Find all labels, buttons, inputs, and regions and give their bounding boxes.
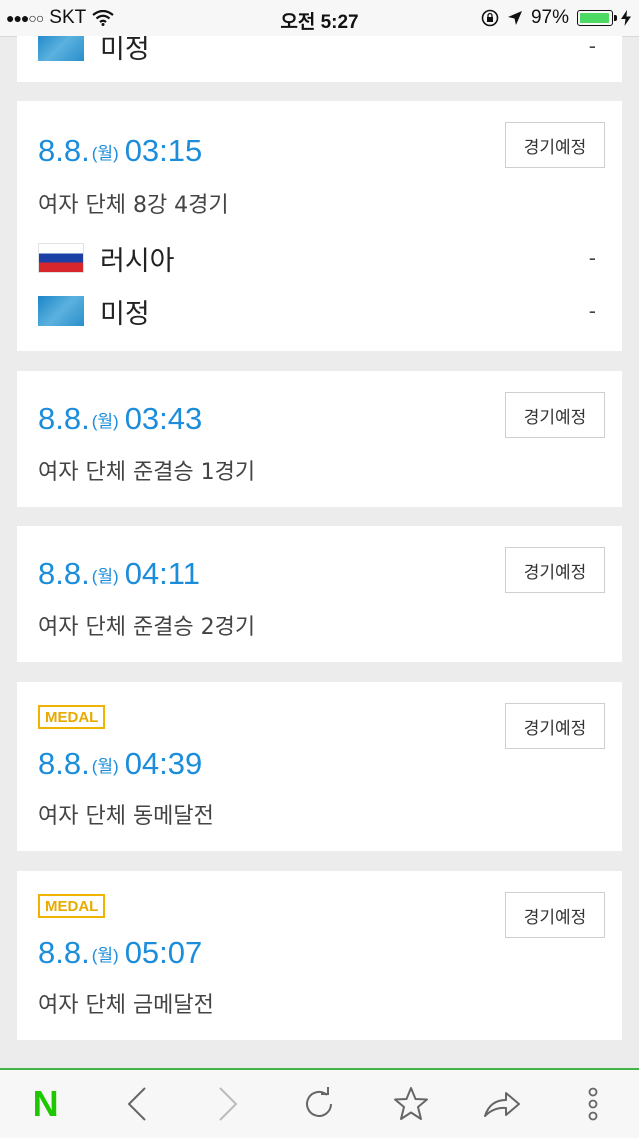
match-datetime: 8.8. (월) 03:43 bbox=[38, 401, 202, 437]
naver-home-button[interactable]: N bbox=[16, 1074, 76, 1134]
match-card[interactable]: 8.8. (월) 03:15 여자 단체 8강 4경기 경기예정 러시아 - 미정 … bbox=[17, 101, 622, 351]
match-date: 8.8. bbox=[38, 133, 90, 168]
match-weekday: (월) bbox=[91, 946, 119, 965]
match-title: 여자 단체 동메달전 bbox=[38, 804, 214, 829]
match-weekday: (월) bbox=[91, 567, 119, 586]
rotation-lock-icon bbox=[481, 9, 499, 27]
match-title: 여자 단체 준결승 2경기 bbox=[38, 615, 256, 640]
star-icon bbox=[393, 1087, 428, 1120]
match-weekday: (월) bbox=[91, 412, 119, 431]
match-time: 04:39 bbox=[124, 746, 203, 781]
match-status-button[interactable]: 경기예정 bbox=[505, 392, 605, 438]
match-datetime: 8.8. (월) 03:15 bbox=[38, 133, 202, 169]
match-time: 03:43 bbox=[124, 401, 203, 436]
match-time: 04:11 bbox=[124, 556, 200, 591]
team-name: 러시아 bbox=[100, 245, 175, 277]
battery-icon bbox=[577, 10, 617, 26]
more-button[interactable] bbox=[563, 1074, 623, 1134]
match-weekday: (월) bbox=[91, 144, 119, 163]
match-card-partial[interactable]: 미정 - bbox=[17, 36, 622, 82]
match-datetime: 8.8. (월) 04:11 bbox=[38, 556, 200, 592]
match-status-button[interactable]: 경기예정 bbox=[505, 122, 605, 168]
charging-icon bbox=[621, 10, 631, 26]
team-row: 미정 - bbox=[38, 293, 596, 330]
match-status-button[interactable]: 경기예정 bbox=[505, 892, 605, 938]
team-name: 미정 bbox=[100, 36, 150, 65]
share-button[interactable] bbox=[472, 1074, 532, 1134]
forward-button[interactable] bbox=[198, 1074, 258, 1134]
battery-percent: 97% bbox=[530, 7, 569, 28]
match-title: 여자 단체 8강 4경기 bbox=[38, 193, 229, 218]
refresh-button[interactable] bbox=[289, 1074, 349, 1134]
team-score: - bbox=[588, 36, 596, 58]
match-card[interactable]: MEDAL 8.8. (월) 04:39 여자 단체 동메달전 경기예정 bbox=[17, 682, 622, 851]
status-bar: ●●●○○ SKT 오전 5:27 97% bbox=[0, 0, 639, 37]
share-icon bbox=[484, 1092, 521, 1117]
match-datetime: 8.8. (월) 05:07 bbox=[38, 935, 202, 971]
browser-toolbar: N bbox=[0, 1068, 639, 1138]
back-button[interactable] bbox=[107, 1074, 167, 1134]
team-row: 미정 - bbox=[38, 36, 596, 65]
forward-icon bbox=[219, 1087, 238, 1121]
match-weekday: (월) bbox=[91, 757, 119, 776]
match-date: 8.8. bbox=[38, 401, 90, 436]
match-title: 여자 단체 금메달전 bbox=[38, 993, 214, 1018]
team-score: - bbox=[588, 299, 596, 323]
match-card[interactable]: MEDAL 8.8. (월) 05:07 여자 단체 금메달전 경기예정 bbox=[17, 871, 622, 1040]
flag-undecided-icon bbox=[38, 296, 84, 326]
match-time: 03:15 bbox=[124, 133, 203, 168]
match-date: 8.8. bbox=[38, 556, 90, 591]
back-icon bbox=[127, 1087, 146, 1121]
bookmark-button[interactable] bbox=[381, 1074, 441, 1134]
more-icon bbox=[588, 1087, 598, 1121]
medal-badge: MEDAL bbox=[38, 705, 106, 729]
match-time: 05:07 bbox=[124, 935, 203, 970]
team-name: 미정 bbox=[100, 298, 150, 330]
team-row: 러시아 - bbox=[38, 240, 596, 277]
match-status-button[interactable]: 경기예정 bbox=[505, 703, 605, 749]
flag-russia-icon bbox=[38, 243, 84, 273]
location-arrow-icon bbox=[507, 11, 522, 25]
medal-badge: MEDAL bbox=[38, 894, 106, 918]
naver-logo-icon: N bbox=[32, 1083, 59, 1124]
match-date: 8.8. bbox=[38, 746, 90, 781]
match-datetime: 8.8. (월) 04:39 bbox=[38, 746, 202, 782]
match-date: 8.8. bbox=[38, 935, 90, 970]
match-card[interactable]: 8.8. (월) 04:11 여자 단체 준결승 2경기 경기예정 bbox=[17, 526, 622, 662]
match-card[interactable]: 8.8. (월) 03:43 여자 단체 준결승 1경기 경기예정 bbox=[17, 371, 622, 507]
match-title: 여자 단체 준결승 1경기 bbox=[38, 460, 256, 485]
team-score: - bbox=[588, 246, 596, 270]
refresh-icon bbox=[306, 1087, 333, 1117]
match-status-button[interactable]: 경기예정 bbox=[505, 547, 605, 593]
flag-undecided-icon bbox=[38, 36, 84, 61]
battery-level bbox=[580, 13, 610, 23]
